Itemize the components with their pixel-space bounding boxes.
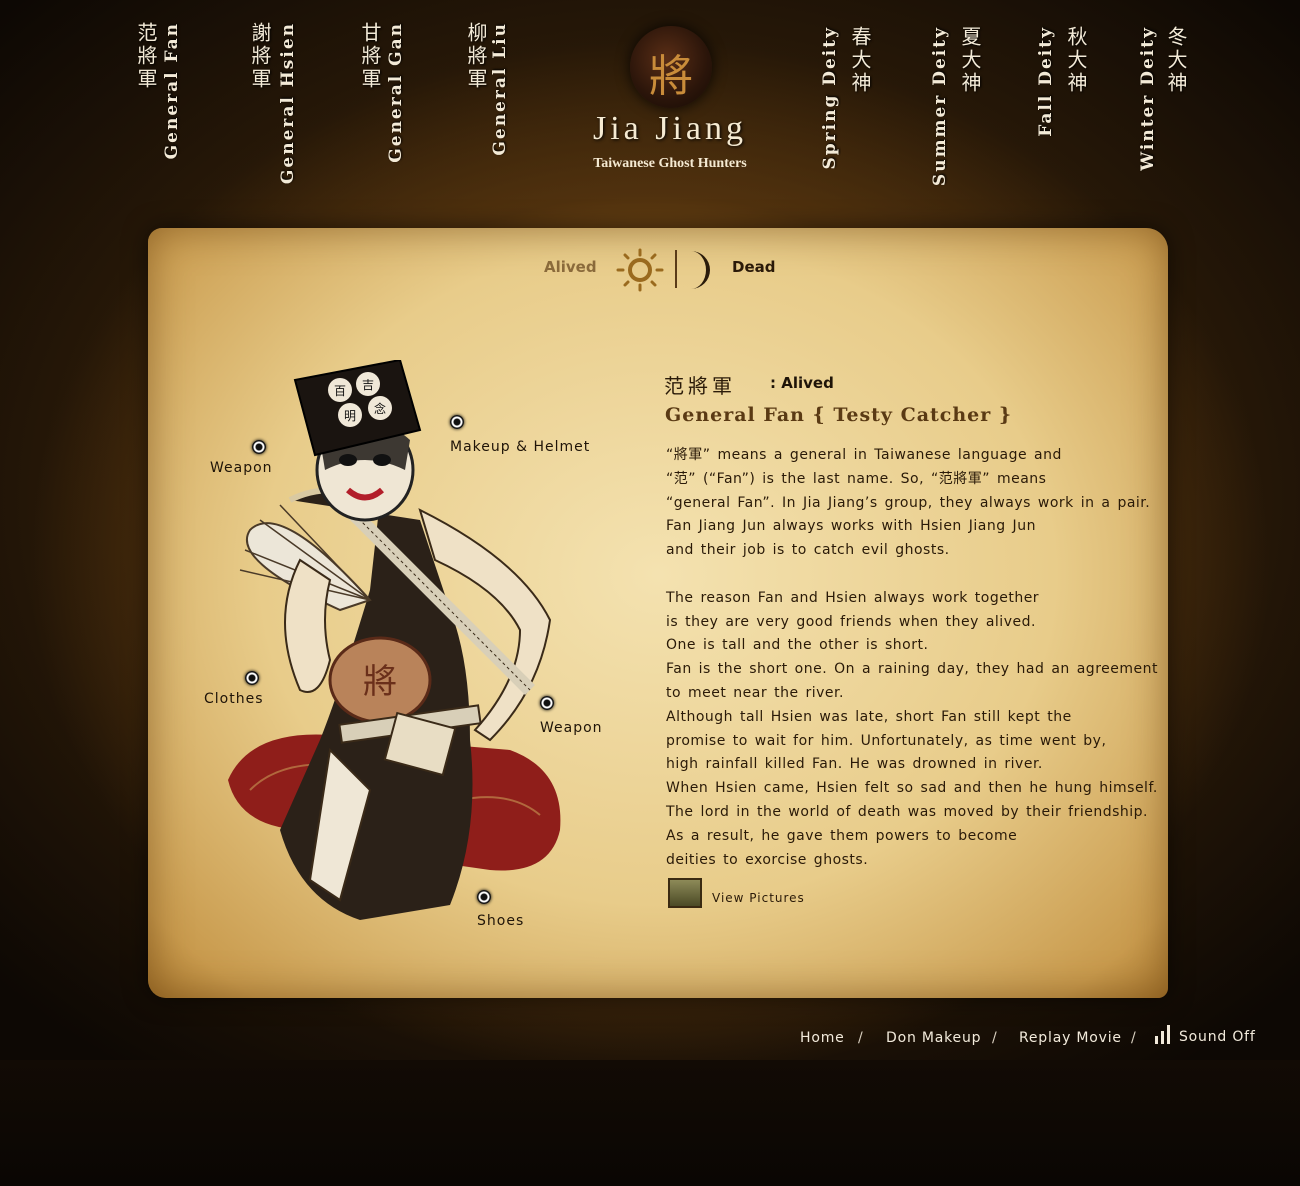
description-line: is they are very good friends when they … [666, 613, 1036, 630]
nav-summer-deity-en: Summer Deity [930, 26, 950, 187]
character-description: “將軍” means a general in Taiwanese langua… [666, 444, 1166, 872]
hotspot-dot [477, 890, 491, 904]
site-logo[interactable]: 將 Jia Jiang Taiwanese Ghost Hunters [560, 10, 780, 180]
hotspot-shoes-label: Shoes [477, 913, 525, 929]
state-toggle: Alived Dead [540, 248, 800, 292]
hotspot-weapon-left-label: Weapon [210, 460, 273, 476]
nav-fall-deity-en: Fall Deity [1036, 26, 1056, 137]
nav-winter-deity-cn: 冬大神 [1164, 26, 1188, 95]
character-name-cn: 范將軍 [664, 374, 736, 398]
description-line: The reason Fan and Hsien always work tog… [666, 589, 1040, 606]
logo-glyph: 將 [649, 51, 693, 102]
nav-spring-deity-cn: 春大神 [848, 26, 872, 95]
footer-home-link[interactable]: Home [800, 1030, 845, 1046]
nav-general-gan-en: General Gan [386, 22, 406, 163]
logo-title: Jia Jiang [592, 110, 748, 147]
nav-spring-deity-en: Spring Deity [820, 26, 840, 170]
nav-general-hsien-cn: 謝將軍 [248, 22, 272, 91]
hotspot-dot [450, 415, 464, 429]
footer-separator: / [992, 1030, 997, 1046]
nav-general-liu[interactable]: 柳將軍 General Liu [464, 22, 524, 162]
description-line: The lord in the world of death was moved… [666, 803, 1149, 820]
footer-separator: / [858, 1030, 863, 1046]
description-line: Fan is the short one. On a raining day, … [666, 661, 1158, 678]
logo-seal: 將 [630, 26, 712, 108]
sun-icon[interactable] [612, 248, 668, 292]
nav-general-hsien-en: General Hsien [278, 22, 298, 185]
description-line: Although tall Hsien was late, short Fan … [666, 708, 1072, 725]
hotspot-weapon-right[interactable]: Weapon [536, 694, 606, 740]
bottom-band [0, 1060, 1300, 1186]
description-line: One is tall and the other is short. [666, 637, 929, 654]
nav-winter-deity-en: Winter Deity [1138, 26, 1158, 171]
nav-summer-deity[interactable]: Summer Deity 夏大神 [930, 26, 990, 186]
description-line: high rainfall killed Fan. He was drowned… [666, 756, 1043, 773]
description-line: “范” (“Fan”) is the last name. So, “范將軍” … [666, 470, 1047, 487]
footer-nav: Home / Don Makeup / Replay Movie / Sound… [800, 1024, 1270, 1054]
nav-general-fan-en: General Fan [162, 22, 182, 160]
footer-don-makeup-link[interactable]: Don Makeup [886, 1030, 981, 1046]
svg-text:明: 明 [344, 409, 356, 423]
alived-tab[interactable]: Alived [544, 258, 597, 276]
description-line: and their job is to catch evil ghosts. [666, 542, 950, 559]
description-line: to meet near the river. [666, 684, 844, 701]
hotspot-weapon-left[interactable]: Weapon [205, 438, 275, 482]
description-line: deities to exorcise ghosts. [666, 851, 869, 868]
description-line: As a result, he gave them powers to beco… [666, 827, 1018, 844]
nav-general-gan[interactable]: 甘將軍 General Gan [358, 22, 418, 172]
nav-winter-deity[interactable]: Winter Deity 冬大神 [1138, 26, 1198, 171]
description-line: Fan Jiang Jun always works with Hsien Ji… [666, 518, 1036, 535]
footer-separator: / [1131, 1030, 1136, 1046]
description-line: “general Fan”. In Jia Jiang’s group, the… [666, 494, 1151, 511]
toggle-divider [675, 250, 677, 288]
description-line: promise to wait for him. Unfortunately, … [666, 732, 1107, 749]
hotspot-shoes[interactable]: Shoes [474, 888, 544, 934]
sound-toggle-link[interactable]: Sound Off [1179, 1029, 1256, 1045]
character-state: : Alived [770, 374, 834, 392]
logo-subtitle: Taiwanese Ghost Hunters [593, 156, 747, 171]
picture-thumbnail-icon [668, 878, 702, 908]
view-pictures-label: View Pictures [712, 891, 805, 905]
description-line: When Hsien came, Hsien felt so sad and t… [666, 780, 1158, 797]
moon-icon[interactable] [683, 249, 723, 291]
description-blank-line [666, 563, 1166, 587]
hotspot-dot [540, 696, 554, 710]
hotspot-clothes-label: Clothes [204, 691, 264, 707]
description-line: “將軍” means a general in Taiwanese langua… [666, 447, 1062, 463]
hotspot-dot [252, 440, 266, 454]
svg-text:百: 百 [334, 384, 346, 398]
footer-replay-movie-link[interactable]: Replay Movie [1019, 1030, 1122, 1046]
hotspot-dot [245, 671, 259, 685]
sound-bars-icon[interactable] [1154, 1024, 1172, 1044]
character-name-en: General Fan { Testy Catcher } [665, 404, 1013, 426]
hotspot-weapon-right-label: Weapon [540, 720, 603, 736]
svg-text:將: 將 [363, 662, 397, 702]
nav-fall-deity-cn: 秋大神 [1064, 26, 1088, 95]
nav-summer-deity-cn: 夏大神 [958, 26, 982, 95]
dead-tab[interactable]: Dead [732, 258, 775, 276]
nav-fall-deity[interactable]: Fall Deity 秋大神 [1036, 26, 1096, 137]
hotspot-makeup-helmet[interactable]: Makeup & Helmet [448, 413, 598, 459]
hotspot-clothes[interactable]: Clothes [200, 669, 270, 713]
nav-general-liu-cn: 柳將軍 [464, 22, 488, 91]
nav-general-hsien[interactable]: 謝將軍 General Hsien [248, 22, 308, 187]
svg-text:吉: 吉 [362, 378, 374, 392]
svg-text:念: 念 [374, 401, 386, 416]
nav-general-fan[interactable]: 范將軍 General Fan [134, 22, 194, 172]
nav-general-fan-cn: 范將軍 [134, 22, 158, 91]
nav-general-liu-en: General Liu [490, 22, 510, 156]
nav-spring-deity[interactable]: Spring Deity 春大神 [820, 26, 880, 170]
hotspot-makeup-helmet-label: Makeup & Helmet [450, 439, 591, 455]
nav-general-gan-cn: 甘將軍 [358, 22, 382, 91]
